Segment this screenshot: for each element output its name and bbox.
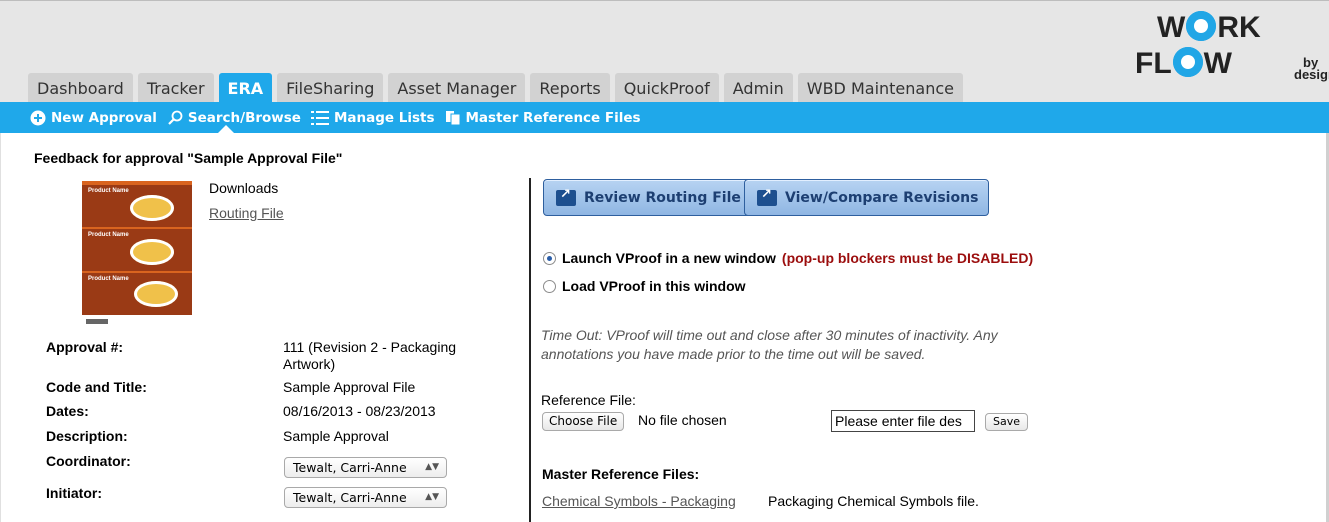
tab-reports[interactable]: Reports (530, 73, 610, 103)
select-arrows-icon: ▲▼ (425, 492, 439, 502)
thumbnail-label: Product Name (88, 232, 129, 238)
save-button[interactable]: Save (985, 413, 1029, 431)
view-compare-label: View/Compare Revisions (785, 189, 979, 206)
search-browse-label: Search/Browse (187, 109, 301, 126)
logo-text: RK (1217, 11, 1261, 44)
dates-value: 08/16/2013 - 08/23/2013 (283, 403, 436, 419)
page-title: Feedback for approval "Sample Approval F… (34, 150, 343, 166)
load-this-window-label: Load VProof in this window (562, 278, 746, 294)
coordinator-value: Tewalt, Carri-Anne (293, 460, 407, 475)
radio-button-selected[interactable] (543, 251, 556, 265)
workflow-logo[interactable]: WRK FLW by design (1135, 5, 1329, 95)
initiator-select[interactable]: Tewalt, Carri-Anne ▲▼ (284, 487, 447, 508)
no-file-chosen-text: No file chosen (638, 412, 727, 428)
code-title-label: Code and Title: (46, 379, 147, 395)
select-arrows-icon: ▲▼ (425, 462, 439, 472)
external-window-icon (757, 187, 777, 206)
file-description-input[interactable]: Please enter file des (831, 410, 975, 432)
tab-tracker[interactable]: Tracker (137, 73, 214, 103)
gear-icon (1186, 11, 1217, 41)
review-routing-label: Review Routing File (584, 189, 741, 206)
timeout-note: Time Out: VProof will time out and close… (541, 327, 998, 362)
master-reference-description: Packaging Chemical Symbols file. (768, 493, 979, 509)
logo-text: FL (1135, 47, 1172, 80)
approval-thumbnail[interactable]: Product Name Product Name Product Name (82, 181, 192, 324)
launch-new-window-option[interactable]: Launch VProof in a new window (pop-up bl… (543, 250, 1033, 266)
approval-number-label: Approval #: (46, 339, 124, 355)
reference-file-label: Reference File: (541, 392, 636, 408)
manage-lists-label: Manage Lists (333, 109, 435, 126)
frame-border (0, 133, 1, 522)
tab-admin[interactable]: Admin (723, 73, 793, 103)
initiator-label: Initiator: (46, 485, 102, 501)
code-title-value: Sample Approval File (283, 379, 416, 395)
radio-button[interactable] (543, 279, 556, 293)
load-this-window-option[interactable]: Load VProof in this window (543, 278, 746, 294)
review-routing-file-button[interactable]: Review Routing File (543, 179, 752, 216)
description-label: Description: (46, 428, 128, 444)
description-value: Sample Approval (283, 428, 389, 444)
plus-circle-icon (30, 110, 46, 125)
downloads-heading: Downloads (209, 180, 279, 196)
tab-wbd-maintenance[interactable]: WBD Maintenance (797, 73, 963, 103)
list-icon (310, 110, 329, 125)
routing-file-link[interactable]: Routing File (209, 205, 284, 221)
search-icon (168, 110, 183, 125)
active-nav-pointer (218, 125, 234, 133)
sub-navigation: New Approval Search/Browse Manage Lists … (0, 102, 1329, 133)
new-approval-label: New Approval (51, 109, 157, 126)
logo-tagline: design (1294, 67, 1329, 82)
popup-warning: (pop-up blockers must be DISABLED) (781, 250, 1034, 266)
tab-quickproof[interactable]: QuickProof (614, 73, 719, 103)
app-header: WRK FLW by design Dashboard Tracker ERA … (0, 0, 1329, 103)
main-tabs: Dashboard Tracker ERA FileSharing Asset … (28, 73, 963, 103)
thumbnail-label: Product Name (88, 188, 129, 194)
new-approval-link[interactable]: New Approval (30, 110, 157, 126)
coordinator-label: Coordinator: (46, 453, 131, 469)
tab-filesharing[interactable]: FileSharing (277, 73, 384, 103)
initiator-value: Tewalt, Carri-Anne (293, 490, 407, 505)
column-divider (529, 178, 531, 522)
gear-icon (1172, 47, 1203, 77)
barcode (86, 319, 108, 324)
search-browse-link[interactable]: Search/Browse (167, 110, 301, 126)
tab-asset-manager[interactable]: Asset Manager (388, 73, 526, 103)
dates-label: Dates: (46, 403, 89, 419)
tab-era[interactable]: ERA (218, 73, 273, 103)
coordinator-select[interactable]: Tewalt, Carri-Anne ▲▼ (284, 457, 447, 478)
launch-new-window-label: Launch VProof in a new window (562, 250, 776, 266)
approval-number-value: 111 (Revision 2 - Packaging Artwork) (283, 339, 457, 372)
tab-dashboard[interactable]: Dashboard (28, 73, 133, 103)
documents-icon (445, 110, 460, 125)
master-reference-files-link[interactable]: Master Reference Files (445, 110, 641, 126)
manage-lists-link[interactable]: Manage Lists (310, 109, 435, 126)
master-reference-files-label: Master Reference Files (465, 109, 641, 126)
external-window-icon (556, 187, 576, 206)
master-reference-heading: Master Reference Files: (542, 466, 700, 482)
logo-text: W (1157, 11, 1186, 44)
logo-text: W (1203, 47, 1232, 80)
choose-file-button[interactable]: Choose File (542, 412, 625, 431)
package-artwork: Product Name Product Name Product Name (82, 181, 192, 315)
view-compare-revisions-button[interactable]: View/Compare Revisions (744, 179, 990, 216)
thumbnail-label: Product Name (88, 276, 129, 282)
master-reference-link[interactable]: Chemical Symbols - Packaging (542, 493, 736, 509)
